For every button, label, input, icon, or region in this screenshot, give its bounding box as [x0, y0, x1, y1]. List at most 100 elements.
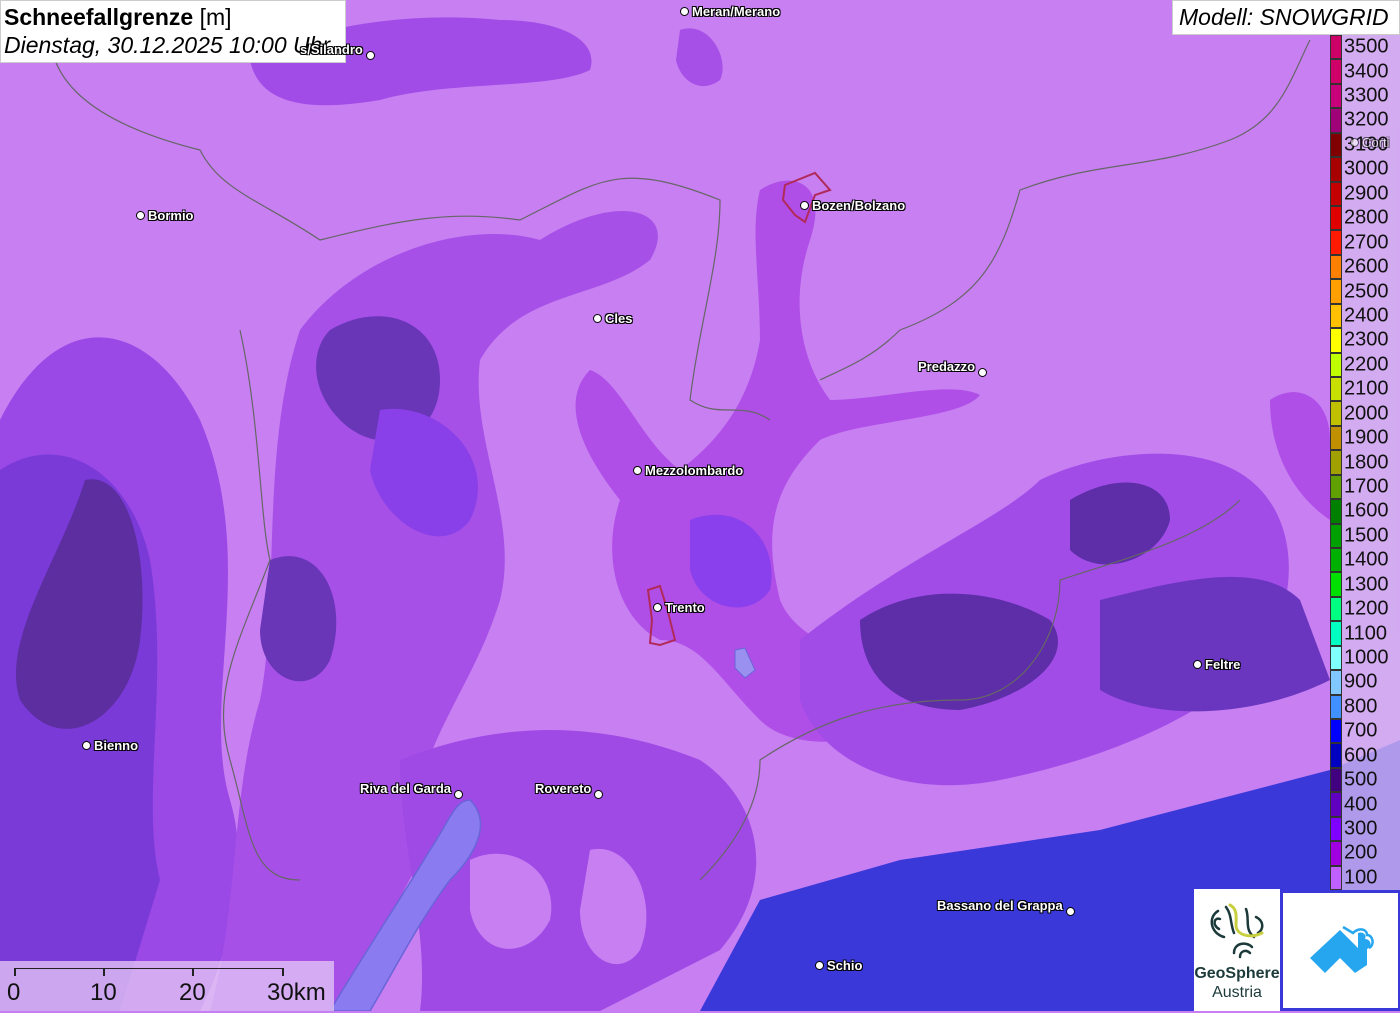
city-dot-icon — [1350, 138, 1359, 147]
color-legend: 3500 3400 3300 3200 3100 3000 2900 2800 2700 2600… — [1330, 35, 1400, 891]
city-marker[interactable]: Bassano del Grappa — [937, 895, 1075, 916]
city-dot-icon — [633, 466, 642, 475]
legend-label: 600 — [1344, 744, 1378, 767]
city-marker[interactable]: Riva del Garda — [360, 778, 464, 799]
legend-label: 300 — [1344, 817, 1378, 840]
legend-row: 3200 — [1330, 108, 1400, 133]
legend-swatch — [1330, 645, 1342, 671]
legend-swatch — [1330, 523, 1342, 549]
scale-label: 30km — [267, 979, 326, 1006]
scale-bar: 0 10 20 30km — [0, 961, 334, 1011]
legend-row: 100 — [1330, 865, 1400, 891]
snowfall-limit-map[interactable] — [0, 0, 1400, 1011]
legend-label: 1100 — [1344, 622, 1388, 645]
legend-label: 900 — [1344, 670, 1378, 693]
legend-label: 1000 — [1344, 646, 1389, 669]
legend-label: 1800 — [1344, 451, 1389, 473]
city-dot-icon — [594, 790, 604, 799]
legend-row: 2800 — [1330, 206, 1400, 231]
scale-tick — [192, 968, 194, 976]
legend-swatch — [1330, 499, 1342, 524]
legend-label: 1900 — [1344, 426, 1389, 449]
map-title: Schneefallgrenze — [4, 4, 194, 30]
legend-swatch — [1330, 792, 1342, 817]
legend-label: 1600 — [1344, 499, 1389, 522]
city-dot-icon — [680, 7, 689, 16]
geosphere-country: Austria — [1212, 984, 1262, 1001]
city-marker[interactable]: Bozen/Bolzano — [800, 198, 905, 213]
city-marker[interactable]: Cles — [593, 311, 632, 326]
map-datetime: Dienstag, 30.12.2025 10:00 Uhr — [4, 32, 331, 58]
city-marker[interactable]: Bienno — [82, 738, 138, 753]
legend-row: 500 — [1330, 767, 1400, 793]
legend-row: 700 — [1330, 719, 1400, 744]
city-marker[interactable]: Meran/Merano — [680, 4, 780, 19]
legend-label: 2300 — [1344, 328, 1389, 351]
city-marker[interactable]: Bormio — [136, 208, 194, 223]
city-dot-icon — [136, 211, 145, 220]
legend-label: 800 — [1344, 695, 1378, 718]
city-marker[interactable]: Rovereto — [535, 778, 604, 799]
legend-swatch — [1330, 425, 1342, 451]
legend-row: 1900 — [1330, 425, 1400, 451]
legend-row: 2600 — [1330, 254, 1400, 280]
legend-row: 2200 — [1330, 352, 1400, 377]
legend-swatch — [1330, 254, 1342, 280]
city-label: Bozen/Bolzano — [812, 198, 906, 213]
city-marker[interactable]: Predazzo — [918, 356, 988, 377]
legend-label: 200 — [1344, 841, 1378, 864]
legend-label: 2400 — [1344, 304, 1389, 327]
city-label: Meran/Merano — [692, 4, 781, 19]
partner-logo[interactable] — [1283, 893, 1398, 1008]
legend-label: 1200 — [1344, 597, 1389, 620]
legend-swatch — [1330, 719, 1342, 744]
legend-swatch — [1330, 303, 1342, 329]
city-marker[interactable]: Mezzolombardo — [633, 463, 743, 478]
city-label: s/Silandro — [300, 42, 363, 57]
city-label: Cles — [605, 311, 633, 326]
legend-row: 800 — [1330, 694, 1400, 720]
city-dot-icon — [978, 368, 988, 377]
city-label: Bienno — [94, 738, 139, 753]
legend-swatch — [1330, 279, 1342, 304]
legend-swatch — [1330, 596, 1342, 622]
city-marker[interactable]: Corti — [1350, 135, 1389, 150]
city-label: Feltre — [1205, 657, 1241, 672]
city-label: Corti — [1362, 135, 1390, 150]
city-dot-icon — [815, 961, 824, 970]
city-dot-icon — [593, 314, 602, 323]
city-label: Riva del Garda — [360, 781, 452, 796]
legend-label: 400 — [1344, 793, 1378, 816]
legend-swatch — [1330, 694, 1342, 720]
legend-swatch — [1330, 474, 1342, 500]
model-label: Modell: SNOWGRID — [1172, 0, 1400, 35]
legend-row: 400 — [1330, 792, 1400, 817]
city-marker[interactable]: Trento — [653, 600, 705, 615]
city-marker[interactable]: Feltre — [1193, 657, 1240, 672]
geosphere-austria-logo[interactable]: GeoSphere Austria — [1194, 889, 1280, 1011]
legend-swatch — [1330, 352, 1342, 377]
legend-swatch — [1330, 35, 1342, 60]
legend-row: 600 — [1330, 743, 1400, 768]
legend-label: 700 — [1344, 719, 1378, 742]
city-marker[interactable]: s/Silandro — [300, 39, 375, 60]
legend-label: 1500 — [1344, 524, 1389, 547]
legend-label: 1700 — [1344, 475, 1389, 498]
legend-label: 2700 — [1344, 231, 1389, 254]
legend-label: 2800 — [1344, 206, 1389, 229]
legend-swatch — [1330, 572, 1342, 597]
legend-swatch — [1330, 181, 1342, 206]
scale-line — [14, 968, 283, 977]
legend-swatch — [1330, 377, 1342, 402]
legend-row: 1200 — [1330, 596, 1400, 622]
city-label: Bormio — [148, 208, 194, 223]
city-label: Schio — [827, 958, 863, 973]
legend-label: 3200 — [1344, 108, 1389, 131]
legend-swatch — [1330, 670, 1342, 695]
legend-swatch — [1330, 328, 1342, 353]
legend-label: 2900 — [1344, 182, 1389, 205]
legend-label: 2100 — [1344, 377, 1389, 400]
city-marker[interactable]: Schio — [815, 958, 862, 973]
geosphere-logo-icon — [1210, 903, 1264, 959]
legend-swatch — [1330, 816, 1342, 842]
